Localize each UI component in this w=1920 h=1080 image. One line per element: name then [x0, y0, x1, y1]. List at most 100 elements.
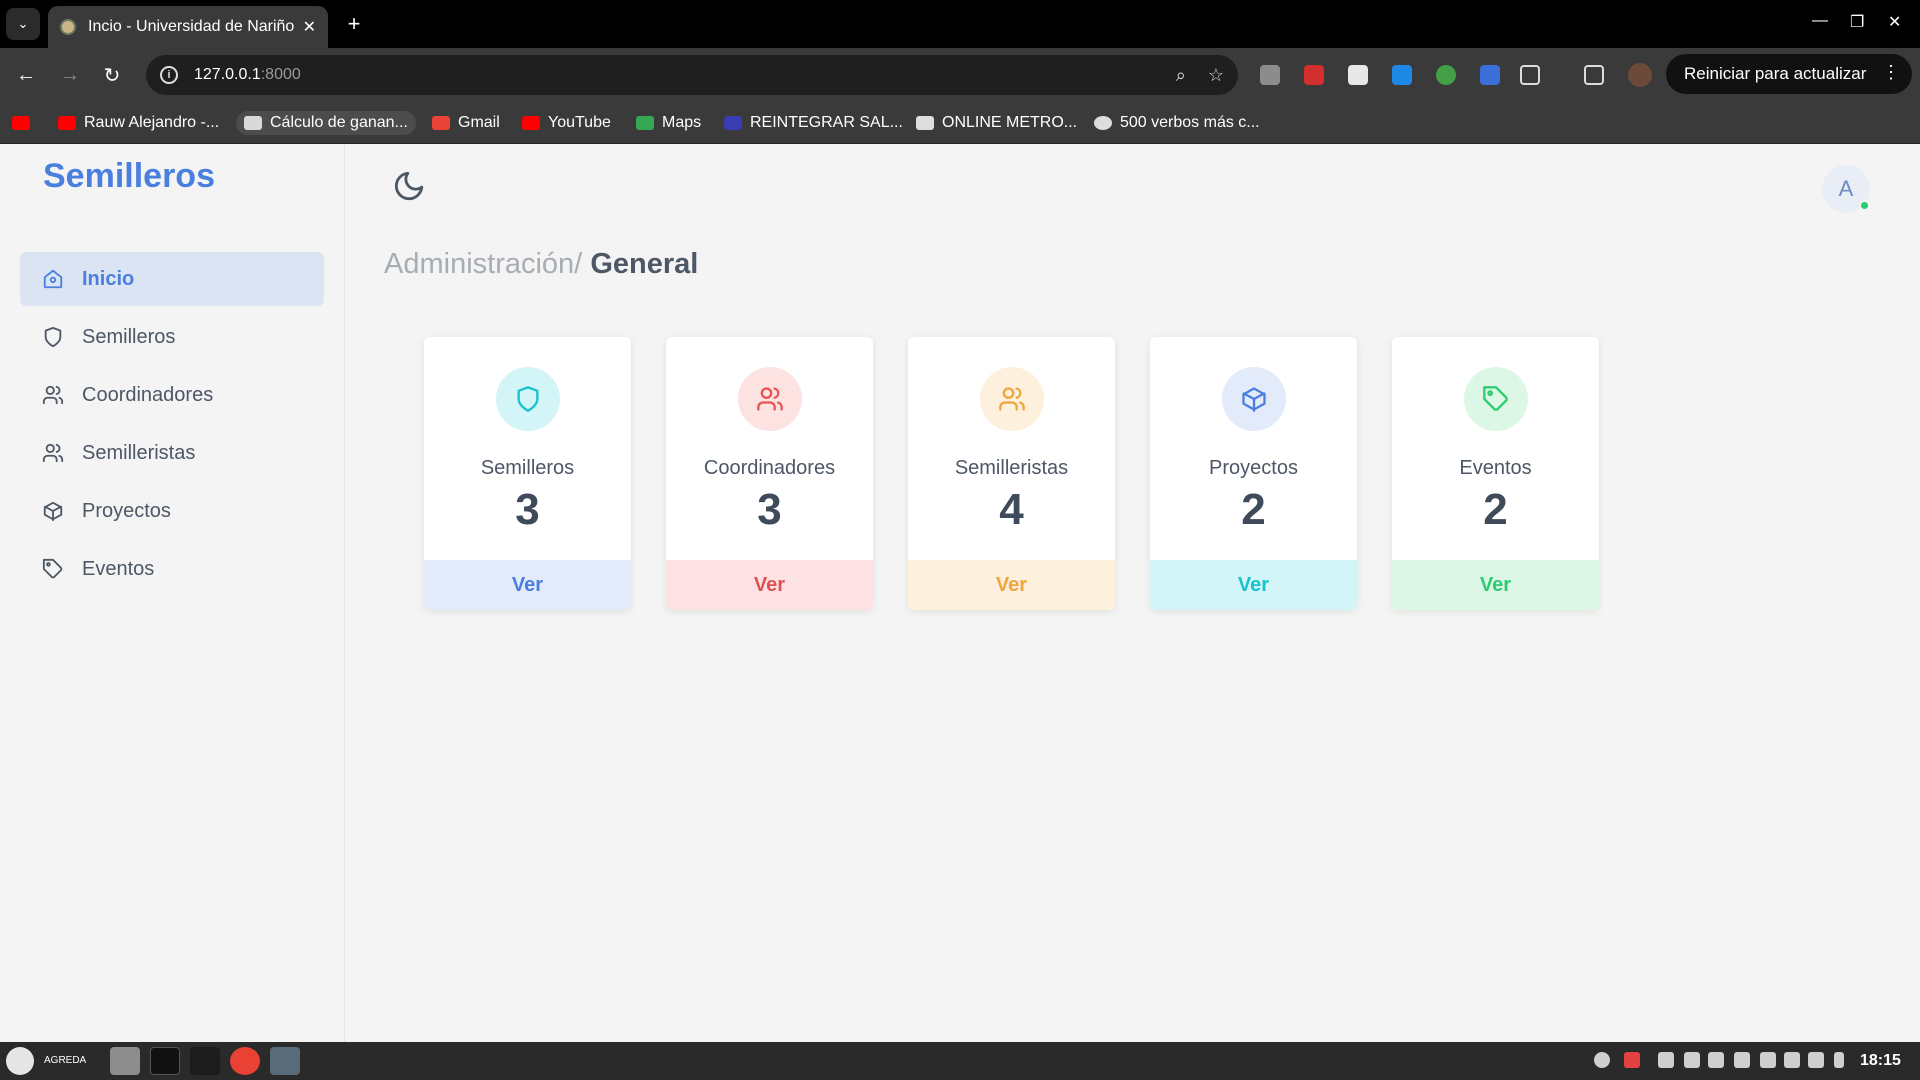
card-view-button[interactable]: Ver: [1392, 560, 1599, 610]
bookmark-gmail[interactable]: Gmail: [432, 111, 500, 135]
vpn-icon[interactable]: [1708, 1052, 1724, 1068]
page-title: General: [590, 248, 699, 280]
zoom-icon[interactable]: ⌕: [1176, 65, 1186, 86]
bookmark-item[interactable]: Cálculo de ganan...: [236, 111, 416, 135]
volume-icon[interactable]: [1808, 1052, 1824, 1068]
users-icon: [757, 387, 783, 411]
clipboard-icon[interactable]: [1684, 1052, 1700, 1068]
sidebar-item-proyectos[interactable]: Proyectos: [20, 484, 324, 538]
user-menu-icon[interactable]: [6, 1047, 34, 1075]
bluetooth-icon[interactable]: [1658, 1052, 1674, 1068]
sidebar-item-eventos[interactable]: Eventos: [20, 542, 324, 596]
avatar-initial: A: [1838, 176, 1854, 201]
system-monitor-icon[interactable]: [190, 1047, 220, 1075]
new-tab-button[interactable]: +: [340, 10, 368, 38]
bookmarks-bar: Rauw Alejandro -... Cálculo de ganan... …: [0, 102, 1920, 144]
profile-avatar-icon[interactable]: [1628, 63, 1652, 87]
dark-mode-toggle-icon[interactable]: [392, 169, 426, 203]
settings-icon[interactable]: [270, 1047, 300, 1075]
card-semilleristas: Semilleristas 4 Ver: [908, 337, 1115, 610]
bookmark-youtube[interactable]: [12, 111, 38, 135]
brand-title[interactable]: Semilleros: [43, 157, 215, 196]
extension-icon[interactable]: [1260, 65, 1280, 85]
close-window-icon[interactable]: ✕: [1888, 12, 1901, 32]
card-icon-circle: [738, 367, 802, 431]
bookmark-item[interactable]: REINTEGRAR SAL...: [724, 111, 903, 135]
browser-tab[interactable]: Incio - Universidad de Nariño ✕: [48, 6, 328, 48]
back-icon[interactable]: ←: [12, 61, 40, 89]
card-icon-circle: [980, 367, 1044, 431]
forward-icon[interactable]: →: [56, 61, 84, 89]
card-view-button[interactable]: Ver: [908, 560, 1115, 610]
extensions-puzzle-icon[interactable]: [1520, 65, 1540, 85]
bookmark-item[interactable]: 500 verbos más c...: [1094, 111, 1260, 135]
extension-icon[interactable]: [1348, 65, 1368, 85]
sidebar-item-label: Inicio: [82, 267, 135, 290]
translate-extension-icon[interactable]: [1480, 65, 1500, 85]
youtube-icon: [12, 116, 30, 130]
sidebar-menu: Inicio Semilleros Coordinadores Semiller…: [20, 252, 324, 600]
file-manager-icon[interactable]: [110, 1047, 140, 1075]
nvidia-icon[interactable]: [1734, 1052, 1750, 1068]
terminal-icon[interactable]: [150, 1047, 180, 1075]
bookmark-item[interactable]: ONLINE METRO...: [916, 111, 1077, 135]
globe-icon: [1094, 116, 1112, 130]
menu-dots-icon[interactable]: ⋮: [1882, 62, 1900, 83]
shield-icon: [517, 386, 539, 412]
sidebar-item-coordinadores[interactable]: Coordinadores: [20, 368, 324, 422]
sidebar-item-semilleros[interactable]: Semilleros: [20, 310, 324, 364]
bookmark-item[interactable]: Rauw Alejandro -...: [58, 111, 219, 135]
tray-sync-icon[interactable]: [1594, 1052, 1610, 1068]
card-label: Semilleros: [480, 457, 575, 479]
card-count: 2: [1483, 485, 1508, 534]
address-bar[interactable]: i 127.0.0.1:8000 ⌕ ☆: [146, 55, 1238, 95]
gmail-icon: [432, 116, 450, 130]
card-count: 2: [1241, 485, 1266, 534]
card-icon-circle: [496, 367, 560, 431]
users-icon: [42, 385, 64, 405]
extension-icon[interactable]: [1392, 65, 1412, 85]
clock: 18:15: [1860, 1052, 1901, 1069]
card-view-button[interactable]: Ver: [1150, 560, 1357, 610]
minimize-icon[interactable]: —: [1812, 12, 1828, 30]
card-icon-circle: [1222, 367, 1286, 431]
card-icon-circle: [1464, 367, 1528, 431]
chrome-icon[interactable]: [230, 1047, 260, 1075]
tab-close-icon[interactable]: ✕: [303, 17, 316, 37]
user-avatar[interactable]: A: [1822, 165, 1870, 213]
restore-icon[interactable]: ❐: [1850, 12, 1864, 32]
tab-search-button[interactable]: ⌄: [6, 8, 40, 40]
tag-icon: [1483, 386, 1508, 411]
sidebar-item-inicio[interactable]: Inicio: [20, 252, 324, 306]
keyboard-icon[interactable]: [1760, 1052, 1776, 1068]
bookmark-youtube[interactable]: YouTube: [522, 111, 611, 135]
youtube-icon: [522, 116, 540, 130]
sidebar-item-semilleristas[interactable]: Semilleristas: [20, 426, 324, 480]
bookmark-star-icon[interactable]: ☆: [1208, 65, 1224, 86]
card-label: Coordinadores: [703, 457, 836, 479]
card-view-button[interactable]: Ver: [424, 560, 631, 610]
extension-icon[interactable]: [1436, 65, 1456, 85]
card-count: 4: [999, 485, 1024, 534]
bookmark-maps[interactable]: Maps: [636, 111, 701, 135]
url-text: 127.0.0.1:8000: [194, 66, 301, 83]
card-view-button[interactable]: Ver: [666, 560, 873, 610]
wifi-icon[interactable]: [1784, 1052, 1800, 1068]
card-eventos: Eventos 2 Ver: [1392, 337, 1599, 610]
bookmark-icon: [724, 116, 742, 130]
site-info-icon[interactable]: i: [160, 66, 178, 84]
sidebar-item-label: Semilleristas: [82, 441, 196, 464]
sidebar-item-label: Semilleros: [82, 325, 176, 348]
reload-icon[interactable]: ↻: [98, 61, 126, 89]
update-button[interactable]: Reiniciar para actualizar ⋮: [1666, 54, 1912, 94]
sidebar-item-label: Coordinadores: [82, 383, 214, 406]
sidebar-item-label: Eventos: [82, 557, 155, 580]
tray-app-icon[interactable]: [1624, 1052, 1640, 1068]
users-icon: [999, 387, 1025, 411]
youtube-icon: [58, 116, 76, 130]
battery-icon[interactable]: [1834, 1052, 1844, 1068]
extension-icon[interactable]: [1304, 65, 1324, 85]
side-panel-icon[interactable]: [1584, 65, 1604, 85]
sidebar-item-label: Proyectos: [82, 499, 171, 522]
page: Semilleros Inicio Semilleros Coordinador…: [0, 145, 1920, 1042]
